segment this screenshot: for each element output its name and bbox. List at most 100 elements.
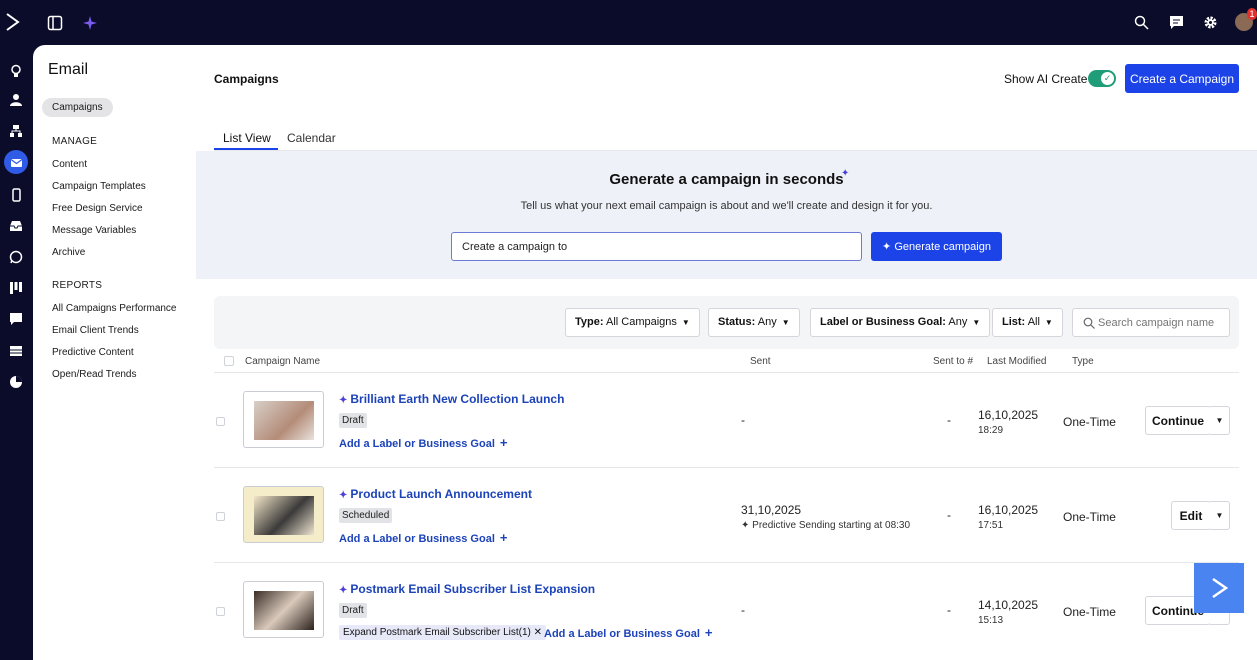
campaign-name-link[interactable]: ✦ Product Launch Announcement <box>339 487 532 501</box>
logo-icon[interactable] <box>2 11 24 33</box>
status-badge: Draft <box>339 603 367 618</box>
goal-chip[interactable]: Expand Postmark Email Subscriber List(1)… <box>339 625 547 640</box>
sidebar-item-archive[interactable]: Archive <box>52 247 85 258</box>
caret-down-icon: ▼ <box>781 318 790 327</box>
plus-icon: + <box>499 435 508 450</box>
org-chart-icon[interactable] <box>4 119 28 143</box>
modified-date: 16,10,2025 <box>978 408 1039 422</box>
whatsapp-icon[interactable] <box>4 245 28 269</box>
inbox-icon[interactable] <box>4 214 28 238</box>
sidebar-item-all-campaigns-performance[interactable]: All Campaigns Performance <box>52 303 177 314</box>
modified-time: 17:51 <box>978 520 1004 531</box>
gear-icon[interactable] <box>1201 13 1219 31</box>
floating-logo-icon[interactable] <box>1194 563 1244 613</box>
sent-value: - <box>741 413 745 427</box>
modified-time: 15:13 <box>978 615 1004 626</box>
col-sent[interactable]: Sent <box>750 356 771 367</box>
campaign-prompt-input[interactable] <box>451 232 862 261</box>
campaign-name-link[interactable]: ✦ Postmark Email Subscriber List Expansio… <box>339 582 595 596</box>
sidebar-item-campaign-templates[interactable]: Campaign Templates <box>52 181 146 192</box>
panel-toggle-icon[interactable] <box>46 14 64 32</box>
modified-date: 16,10,2025 <box>978 503 1039 517</box>
lightbulb-icon[interactable] <box>4 59 28 83</box>
ai-sparkle-icon[interactable] <box>81 14 99 32</box>
chevron-down-icon[interactable]: ▼ <box>1210 501 1230 530</box>
type-filter[interactable]: Type: All Campaigns ▼ <box>565 308 700 337</box>
sparkle-icon: ✦ <box>339 395 348 406</box>
chevron-down-icon[interactable]: ▼ <box>1210 406 1230 435</box>
email-icon[interactable] <box>4 150 28 174</box>
sidebar-item-email-client-trends[interactable]: Email Client Trends <box>52 325 139 336</box>
tab-list-view[interactable]: List View <box>223 131 271 145</box>
list-filter-value: All <box>1027 316 1040 328</box>
sidebar-item-open-read-trends[interactable]: Open/Read Trends <box>52 369 137 380</box>
status-filter[interactable]: Status: Any ▼ <box>708 308 800 337</box>
thumbnail-image <box>254 401 314 440</box>
email-sidebar: Email Campaigns MANAGE Content Campaign … <box>33 45 196 660</box>
goal-filter-label: Label or Business Goal: <box>820 316 946 328</box>
campaign-search[interactable] <box>1072 308 1230 337</box>
campaign-thumbnail[interactable] <box>243 581 324 638</box>
message-icon[interactable] <box>4 307 28 331</box>
table-row[interactable]: ✦ Product Launch Announcement Scheduled A… <box>214 468 1239 562</box>
col-campaign-name[interactable]: Campaign Name <box>245 356 320 367</box>
create-campaign-button[interactable]: Create a Campaign <box>1125 64 1239 93</box>
generate-campaign-button[interactable]: ✦ Generate campaign <box>871 232 1002 261</box>
caret-down-icon: ▼ <box>681 318 690 327</box>
ai-generate-panel: Generate a campaign in seconds ✦ Tell us… <box>196 151 1257 279</box>
sent-value: 31,10,2025 <box>741 503 802 517</box>
kanban-icon[interactable] <box>4 276 28 300</box>
add-label-link[interactable]: Add a Label or Business Goal + <box>339 530 507 545</box>
table-row[interactable]: ✦ Postmark Email Subscriber List Expansio… <box>214 563 1239 657</box>
chat-icon[interactable] <box>1167 13 1185 31</box>
col-last-modified[interactable]: Last Modified <box>987 356 1046 367</box>
add-label-link[interactable]: Add a Label or Business Goal + <box>339 435 507 450</box>
predictive-sending-note: ✦ Predictive Sending starting at 08:30 <box>741 520 910 531</box>
plus-icon: + <box>704 625 713 640</box>
close-icon[interactable]: ✕ <box>534 627 542 638</box>
list-filter-label: List: <box>1002 316 1026 328</box>
list-filter[interactable]: List: All ▼ <box>992 308 1063 337</box>
continue-button[interactable]: Continue <box>1145 406 1211 435</box>
sidebar-item-campaigns[interactable]: Campaigns <box>42 98 113 117</box>
row-checkbox[interactable] <box>216 512 225 521</box>
col-type[interactable]: Type <box>1072 356 1094 367</box>
sparkle-icon: ✦ <box>741 520 753 531</box>
sidebar-item-content[interactable]: Content <box>52 159 87 170</box>
tab-calendar[interactable]: Calendar <box>287 131 336 145</box>
sidebar-item-predictive-content[interactable]: Predictive Content <box>52 347 134 358</box>
goal-filter[interactable]: Label or Business Goal: Any ▼ <box>810 308 991 337</box>
campaign-name-link[interactable]: ✦ Brilliant Earth New Collection Launch <box>339 392 564 406</box>
ai-create-toggle[interactable]: ✓ <box>1088 70 1116 87</box>
thumbnail-image <box>254 496 314 535</box>
filter-bar: Type: All Campaigns ▼ Status: Any ▼ Label … <box>214 296 1239 349</box>
contacts-icon[interactable] <box>4 88 28 112</box>
select-all-checkbox[interactable] <box>224 356 234 366</box>
reports-heading: REPORTS <box>52 280 103 291</box>
manage-heading: MANAGE <box>52 136 98 147</box>
col-sent-to[interactable]: Sent to # <box>933 356 973 367</box>
campaign-thumbnail[interactable] <box>243 391 324 448</box>
mobile-icon[interactable] <box>4 183 28 207</box>
search-icon[interactable] <box>1132 13 1150 31</box>
hero-subtitle: Tell us what your next email campaign is… <box>520 200 933 212</box>
sidebar-item-free-design-service[interactable]: Free Design Service <box>52 203 143 214</box>
reports-pie-icon[interactable] <box>4 370 28 394</box>
sent-to-value: - <box>947 603 951 617</box>
search-icon <box>1083 317 1095 329</box>
campaign-type: One-Time <box>1063 415 1116 429</box>
caret-down-icon: ▼ <box>1044 318 1053 327</box>
edit-button[interactable]: Edit <box>1171 501 1211 530</box>
predictive-sending-text: Predictive Sending starting at 08:30 <box>752 520 911 531</box>
campaign-thumbnail[interactable] <box>243 486 324 543</box>
table-row[interactable]: ✦ Brilliant Earth New Collection Launch D… <box>214 373 1239 467</box>
status-badge: Draft <box>339 413 367 428</box>
row-checkbox[interactable] <box>216 607 225 616</box>
sidebar-item-message-variables[interactable]: Message Variables <box>52 225 136 236</box>
sidebar-title: Email <box>48 61 89 78</box>
search-input[interactable] <box>1098 313 1226 333</box>
row-checkbox[interactable] <box>216 417 225 426</box>
add-label-link[interactable]: Add a Label or Business Goal + <box>544 625 712 640</box>
table-icon[interactable] <box>4 339 28 363</box>
caret-down-icon: ▼ <box>972 318 981 327</box>
